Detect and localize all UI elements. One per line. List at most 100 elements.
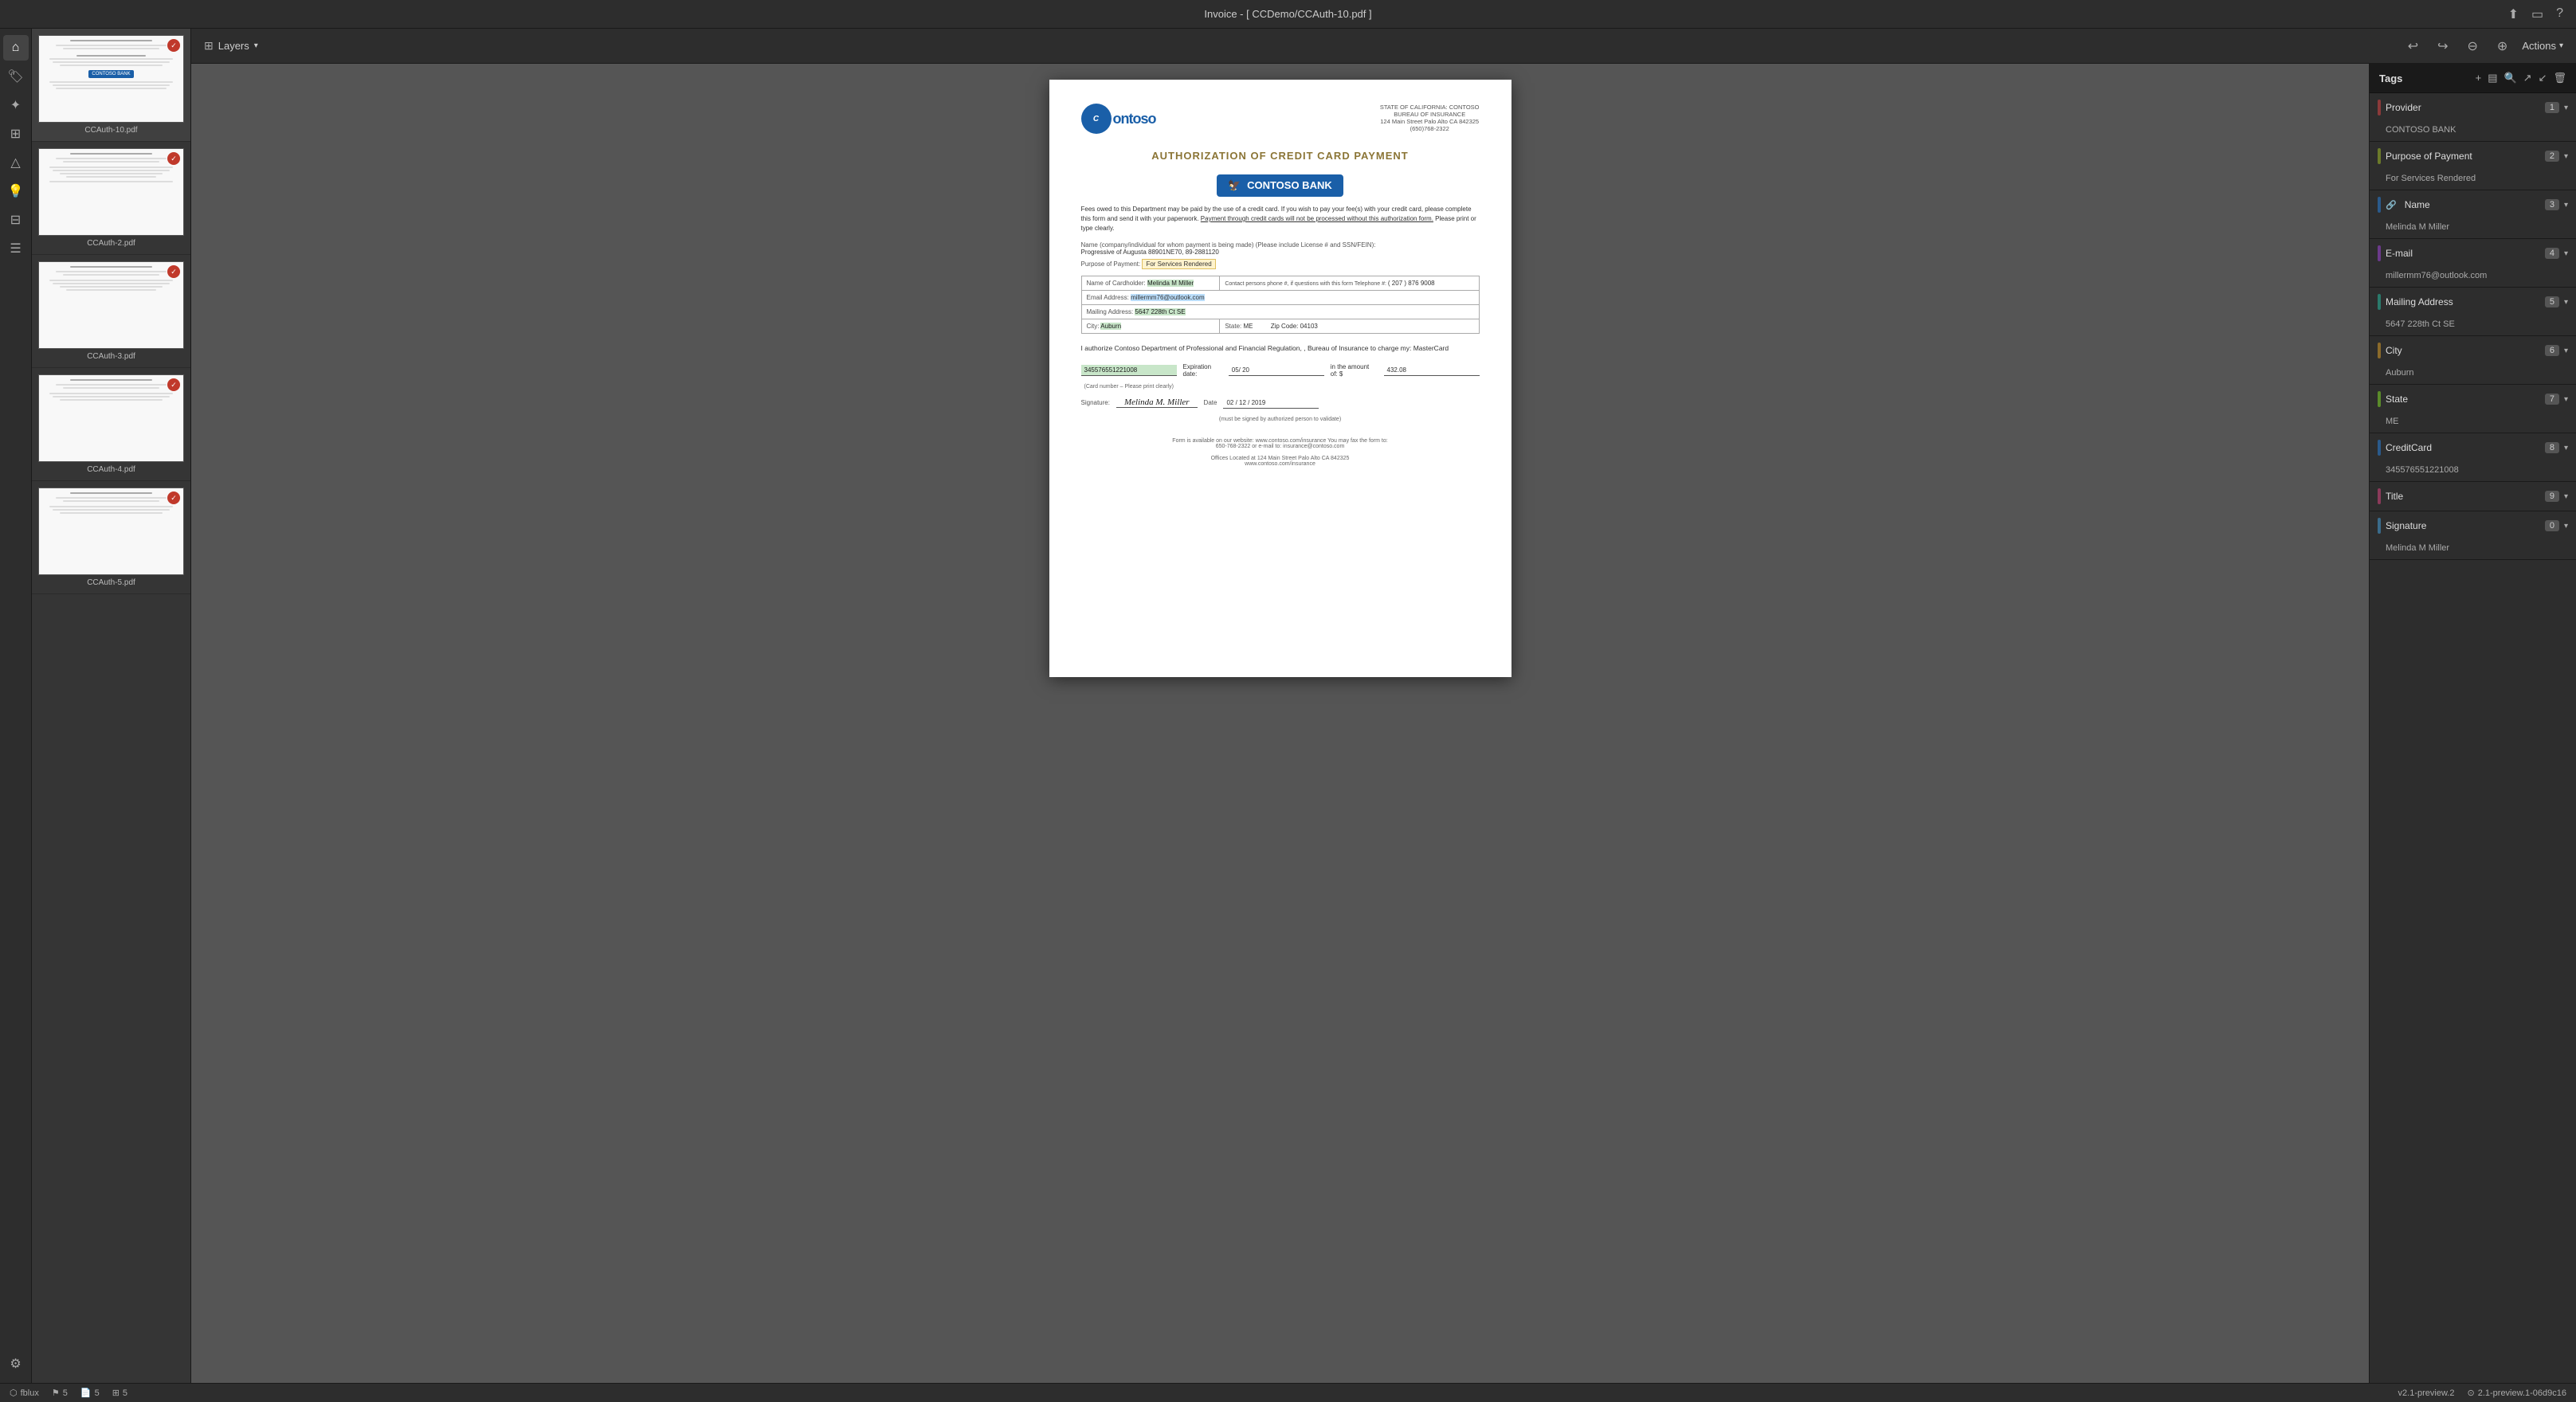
tag-name-provider: Provider <box>2386 102 2540 113</box>
tag-header-signature[interactable]: Signature 0 ▾ <box>2370 511 2576 540</box>
thumbnail-item-1[interactable]: CONTOSO BANK ✓ CCAuth-10.pdf <box>32 29 190 142</box>
card-number-value: 345576551221008 <box>1081 365 1177 376</box>
actions-toggle[interactable]: Actions ▾ <box>2522 40 2563 52</box>
tag-section-mailing: Mailing Address 5 ▾ 5647 228th Ct SE <box>2370 288 2576 336</box>
tag-color-creditcard <box>2378 440 2381 456</box>
tag-header-email[interactable]: E-mail 4 ▾ <box>2370 239 2576 268</box>
share-icon[interactable]: ⬆ <box>2508 6 2519 22</box>
tag-section-signature: Signature 0 ▾ Melinda M Miller <box>2370 511 2576 560</box>
help-icon[interactable]: ? <box>2556 6 2563 22</box>
cardholder-cell: Name of Cardholder: Melinda M Miller <box>1081 276 1220 291</box>
tag-chevron-signature: ▾ <box>2564 522 2568 531</box>
email-cell: Email Address: millermm76@outlook.com <box>1081 291 1479 305</box>
thumbnail-item-4[interactable]: ✓ CCAuth-4.pdf <box>32 368 190 481</box>
thumbnail-item-3[interactable]: ✓ CCAuth-3.pdf <box>32 255 190 368</box>
state-org-line: STATE OF CALIFORNIA: CONTOSO <box>1380 104 1480 111</box>
auth-text: I authorize Contoso Department of Profes… <box>1081 344 1449 352</box>
tag-header-state[interactable]: State 7 ▾ <box>2370 385 2576 413</box>
address-cell: Mailing Address: 5647 228th Ct SE <box>1081 305 1479 319</box>
tag-value-signature: Melinda M Miller <box>2370 540 2576 559</box>
status-flags: ⚑ 5 <box>52 1388 68 1398</box>
thumbnail-item-5[interactable]: ✓ CCAuth-5.pdf <box>32 481 190 594</box>
thumb-badge-3: ✓ <box>167 265 180 278</box>
pdf-footer: Form is available on our website: www.co… <box>1081 438 1480 467</box>
tag-header-mailing[interactable]: Mailing Address 5 ▾ <box>2370 288 2576 316</box>
thumbnail-img-4: ✓ <box>38 374 184 462</box>
tag-section-purpose: Purpose of Payment 2 ▾ For Services Rend… <box>2370 142 2576 190</box>
sidebar-list-icon[interactable]: ☰ <box>3 236 29 261</box>
left-sidebar: ⌂ 🏷 ✦ ⊞ △ 💡 ⊟ ☰ ⚙ <box>0 29 32 1383</box>
name-value: Progressive of Augusta 88901NE70, 89-288… <box>1081 249 1219 256</box>
tag-header-creditcard[interactable]: CreditCard 8 ▾ <box>2370 433 2576 462</box>
date-value: 02 / 12 / 2019 <box>1223 397 1319 409</box>
tags-filter-icon[interactable]: ▤ <box>2488 72 2497 84</box>
tag-section-city: City 6 ▾ Auburn <box>2370 336 2576 385</box>
tags-shrink-icon[interactable]: ↙ <box>2539 72 2547 84</box>
tag-header-city[interactable]: City 6 ▾ <box>2370 336 2576 365</box>
phone-cell: Contact persons phone #, if questions wi… <box>1220 276 1479 291</box>
tag-value-city: Auburn <box>2370 365 2576 384</box>
sidebar-search-icon[interactable]: ✦ <box>3 92 29 118</box>
redo-button[interactable]: ↪ <box>2433 35 2452 57</box>
thumbnail-img-3: ✓ <box>38 261 184 349</box>
name-label: Name (company/individual for whom paymen… <box>1081 241 1376 249</box>
tag-header-title[interactable]: Title 9 ▾ <box>2370 482 2576 511</box>
tag-count-name: 3 <box>2545 199 2559 210</box>
tag-header-provider[interactable]: Provider 1 ▾ <box>2370 93 2576 122</box>
sidebar-light-icon[interactable]: 💡 <box>3 178 29 204</box>
tag-chevron-creditcard: ▾ <box>2564 444 2568 452</box>
tag-name-signature: Signature <box>2386 520 2540 531</box>
top-bar: Invoice - [ CCDemo/CCAuth-10.pdf ] ⬆ ▭ ? <box>0 0 2576 29</box>
tag-color-signature <box>2378 518 2381 534</box>
sig-note: (must be signed by authorized person to … <box>1081 417 1480 422</box>
tags-delete-icon[interactable]: 🗑 <box>2553 72 2566 84</box>
bank-logo: 🦅 CONTOSO BANK <box>1081 174 1480 197</box>
tag-section-state: State 7 ▾ ME <box>2370 385 2576 433</box>
tag-name-title: Title <box>2386 491 2540 502</box>
tag-header-name[interactable]: 🔗 Name 3 ▾ <box>2370 190 2576 219</box>
sidebar-bookmark-icon[interactable]: △ <box>3 150 29 175</box>
expiration-value: 05/ 20 <box>1229 365 1324 376</box>
pdf-form-table: Name of Cardholder: Melinda M Miller Con… <box>1081 276 1480 334</box>
thumbnail-item-2[interactable]: ✓ CCAuth-2.pdf <box>32 142 190 255</box>
thumb-badge-5: ✓ <box>167 491 180 504</box>
sidebar-home-icon[interactable]: ⌂ <box>3 35 29 61</box>
thumb-label-1: CCAuth-10.pdf <box>38 126 184 135</box>
thumb-label-4: CCAuth-4.pdf <box>38 465 184 474</box>
zoom-out-button[interactable]: ⊖ <box>2463 35 2483 57</box>
version-text: v2.1-preview.2 <box>2398 1388 2455 1398</box>
tags-add-icon[interactable]: + <box>2476 72 2482 84</box>
email-label: Email Address: <box>1087 294 1131 301</box>
sidebar-table-icon[interactable]: ⊟ <box>3 207 29 233</box>
status-app-name: fblux <box>21 1388 39 1398</box>
sidebar-tag-icon[interactable]: 🏷 <box>3 64 29 89</box>
pdf-page: C ontoso STATE OF CALIFORNIA: CONTOSO BU… <box>1049 80 1511 677</box>
pages-count: 5 <box>95 1388 100 1398</box>
tag-count-state: 7 <box>2545 394 2559 405</box>
tag-chevron-provider: ▾ <box>2564 104 2568 112</box>
sidebar-layers-icon[interactable]: ⊞ <box>3 121 29 147</box>
undo-button[interactable]: ↩ <box>2403 35 2423 57</box>
pdf-viewer[interactable]: C ontoso STATE OF CALIFORNIA: CONTOSO BU… <box>191 64 2369 1383</box>
top-bar-actions: ⬆ ▭ ? <box>2508 6 2563 22</box>
city-cell: City: Auburn <box>1081 319 1220 334</box>
amount-value: 432.08 <box>1384 365 1480 376</box>
tag-header-purpose[interactable]: Purpose of Payment 2 ▾ <box>2370 142 2576 170</box>
phone-value: ( 207 ) 876 9008 <box>1388 280 1435 287</box>
email-value: millermm76@outlook.com <box>1131 294 1205 301</box>
layers-toggle[interactable]: ⊞ Layers ▾ <box>204 39 258 53</box>
tags-search-icon[interactable]: 🔍 <box>2503 72 2516 84</box>
expiration-label: Expiration date: <box>1183 363 1222 378</box>
date-label: Date <box>1204 399 1217 406</box>
city-value: Auburn <box>1100 323 1121 330</box>
zoom-in-button[interactable]: ⊕ <box>2492 35 2512 57</box>
tags-panel-title: Tags <box>2379 72 2402 84</box>
tag-color-title <box>2378 488 2381 504</box>
status-build: ⊙ 2.1-preview.1-06d9c16 <box>2467 1388 2566 1398</box>
tag-value-state: ME <box>2370 413 2576 433</box>
tag-count-title: 9 <box>2545 491 2559 502</box>
tags-expand-icon[interactable]: ↗ <box>2523 72 2532 84</box>
tablet-icon[interactable]: ▭ <box>2531 6 2543 22</box>
sidebar-settings-icon[interactable]: ⚙ <box>3 1351 29 1377</box>
tag-section-provider: Provider 1 ▾ CONTOSO BANK <box>2370 93 2576 142</box>
